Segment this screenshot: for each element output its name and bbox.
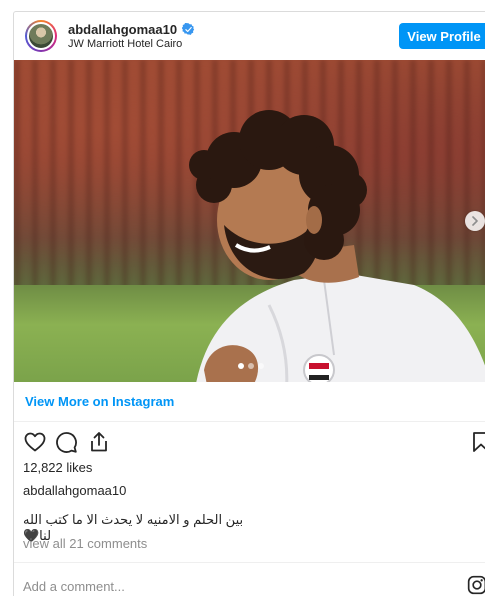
share-icon[interactable] xyxy=(87,430,111,454)
carousel-dot xyxy=(248,363,254,369)
carousel-dot xyxy=(238,363,244,369)
instagram-icon[interactable] xyxy=(467,575,485,595)
username-link[interactable]: abdallahgomaa10 xyxy=(68,22,177,37)
post-header: abdallahgomaa10 JW Marriott Hotel Cairo … xyxy=(14,12,485,60)
verified-badge-icon xyxy=(182,23,195,35)
carousel-dot xyxy=(258,363,264,369)
carousel-next-button[interactable] xyxy=(465,211,485,231)
view-more-row: View More on Instagram xyxy=(14,382,485,422)
view-all-comments-link[interactable]: view all 21 comments xyxy=(23,536,147,551)
comment-icon[interactable] xyxy=(54,430,78,454)
post-photo[interactable] xyxy=(14,60,485,382)
action-bar xyxy=(14,426,485,458)
comment-bar xyxy=(14,562,485,596)
caption-username[interactable]: abdallahgomaa10 xyxy=(23,483,126,498)
location-link[interactable]: JW Marriott Hotel Cairo xyxy=(68,38,182,50)
add-comment-input[interactable] xyxy=(23,575,423,596)
heart-icon[interactable] xyxy=(23,430,47,454)
username-row: abdallahgomaa10 xyxy=(68,22,195,37)
view-profile-button[interactable]: View Profile xyxy=(399,23,485,49)
carousel-dots xyxy=(238,363,264,369)
instagram-embed-card: abdallahgomaa10 JW Marriott Hotel Cairo … xyxy=(13,11,485,596)
avatar[interactable] xyxy=(27,22,55,50)
player-photo xyxy=(189,110,485,382)
avatar-ring[interactable] xyxy=(25,20,57,52)
chevron-right-icon xyxy=(472,216,478,226)
likes-count[interactable]: 12,822 likes xyxy=(23,460,92,475)
bookmark-icon[interactable] xyxy=(469,430,485,454)
view-more-link[interactable]: View More on Instagram xyxy=(25,394,174,409)
